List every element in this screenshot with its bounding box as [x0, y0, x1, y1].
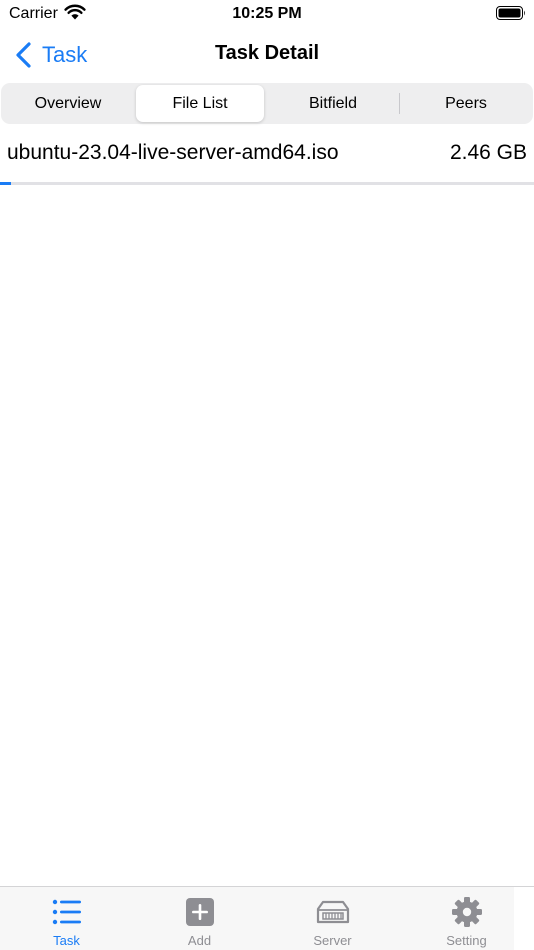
list-icon — [52, 899, 81, 925]
segment-bitfield[interactable]: Bitfield — [267, 85, 399, 122]
file-name: ubuntu-23.04-live-server-amd64.iso — [7, 141, 339, 164]
file-list-item[interactable]: ubuntu-23.04-live-server-amd64.iso 2.46 … — [0, 132, 534, 185]
status-bar: Carrier 10:25 PM — [0, 0, 534, 30]
tab-add-label: Add — [187, 933, 212, 948]
battery-icon — [496, 6, 525, 20]
segment-file-list[interactable]: File List — [136, 85, 264, 122]
file-progress-fill — [0, 182, 11, 185]
segment-peers[interactable]: Peers — [401, 85, 531, 122]
tab-task-label: Task — [53, 933, 80, 948]
file-progress-bar — [0, 182, 534, 185]
clock: 10:25 PM — [232, 5, 302, 22]
segmented-control: Overview File List Bitfield Peers — [1, 83, 533, 124]
plus-square-icon — [185, 898, 214, 926]
server-icon — [316, 900, 349, 924]
segment-overview[interactable]: Overview — [3, 85, 133, 122]
tab-bar-edge — [514, 887, 534, 950]
tab-task[interactable]: Task — [0, 887, 133, 950]
gear-icon — [451, 897, 482, 927]
tab-bar: Task Add Server Setting — [0, 886, 534, 950]
tab-server[interactable]: Server — [266, 887, 399, 950]
page-title: Task Detail — [214, 42, 320, 64]
segment-divider — [399, 93, 400, 114]
file-size: 2.46 GB — [449, 141, 527, 164]
tab-server-label: Server — [313, 933, 352, 948]
navigation-bar: Task Task Detail — [0, 30, 534, 80]
tab-add[interactable]: Add — [133, 887, 266, 950]
